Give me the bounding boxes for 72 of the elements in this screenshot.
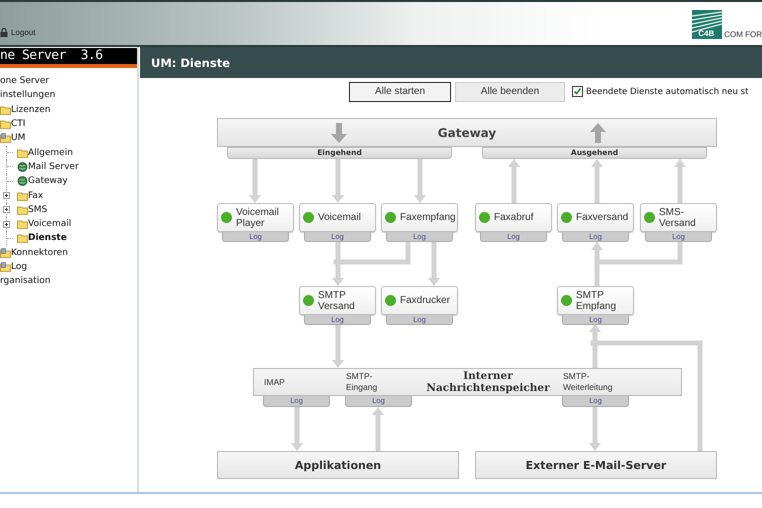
connector-arrow [589,407,601,451]
page-title: UM: Dienste [151,56,230,70]
connector-arrow [591,159,603,203]
service-name: SMTP Empfang [576,290,618,312]
connector-arrow [332,159,344,203]
tree-item[interactable]: one Server [0,76,50,86]
folder-icon [17,233,28,244]
folder-icon [0,133,11,144]
endpoint-label: SMTP-Eingang [346,370,378,394]
service-name: SMTP Versand [318,290,356,312]
folder-icon [17,219,28,230]
service-name: Voicemail Player [236,206,280,228]
connector-arrow [428,242,440,286]
folder-icon [17,204,28,215]
target-box: Externer E-Mail-Server [475,451,717,479]
tree-item[interactable]: SMS [17,204,48,215]
tree-item[interactable]: instellungen [0,90,56,100]
folder-icon [17,190,28,201]
gateway-title: Gateway [438,126,496,140]
expand-icon[interactable] [3,220,10,228]
folder-icon [0,104,11,115]
connector-arrow [589,324,601,368]
app-title: ne Server 3.6 [0,48,137,64]
connector-arrow [508,159,520,203]
globe-icon [17,162,28,172]
folder-icon [0,262,11,272]
tree-item[interactable]: Allgemein [17,148,73,158]
service-name: Faxabruf [494,212,534,223]
tree-item[interactable]: Lizenzen [0,104,50,115]
target-box: Applikationen [217,451,459,479]
logo-icon [692,10,722,39]
service-name: Faxdrucker [400,295,452,306]
service-name: Faxversand [576,212,630,223]
connector-arrow [249,159,261,203]
connector-arrow [414,159,426,203]
tree-item[interactable]: CTI [0,119,26,130]
folder-icon [17,148,28,158]
connector-arrow [332,242,344,286]
endpoint-label: SMTP-Weiterleitung [563,370,614,394]
service-name: SMS-Versand [659,206,697,228]
connector-arrow [332,324,344,368]
logo-text: COM FOR [724,30,762,39]
expand-icon[interactable] [3,192,10,200]
service-name: Faxempfang [400,212,456,223]
connector-arrow [291,407,303,451]
tree-item[interactable]: Fax [17,190,44,201]
folder-icon [0,248,11,258]
logo-text: C4B [698,29,714,38]
tree-item[interactable]: Dienste [17,233,67,244]
down-arrow-icon [331,123,347,143]
action-button[interactable]: Alle starten [349,82,451,102]
tree-item[interactable]: rganisation [0,276,50,286]
tree-item[interactable]: Log [0,262,28,272]
folder-icon [0,119,11,130]
logout-link[interactable]: Logout [0,28,36,37]
checkbox-label[interactable]: Beendete Dienste automatisch neu st [586,86,749,96]
checkbox[interactable] [572,86,583,97]
up-arrow-icon [590,123,606,143]
action-button[interactable]: Alle beenden [455,82,565,102]
globe-icon [17,176,28,186]
service-name: Voicemail [318,212,362,223]
expand-icon[interactable] [3,206,10,214]
connector-arrow [591,242,603,286]
tree-item[interactable]: Konnektoren [0,248,68,258]
tree-item[interactable]: Voicemail [17,219,72,230]
tree-item[interactable]: Gateway [17,176,68,186]
store-title: Interner Nachrichtenspeicher [425,370,551,394]
tree-item[interactable]: Mail Server [17,162,79,172]
endpoint-label: IMAP [264,376,286,388]
connector-arrow [372,407,384,451]
tree-item[interactable]: UM [0,133,26,144]
connector-arrow [674,159,686,203]
